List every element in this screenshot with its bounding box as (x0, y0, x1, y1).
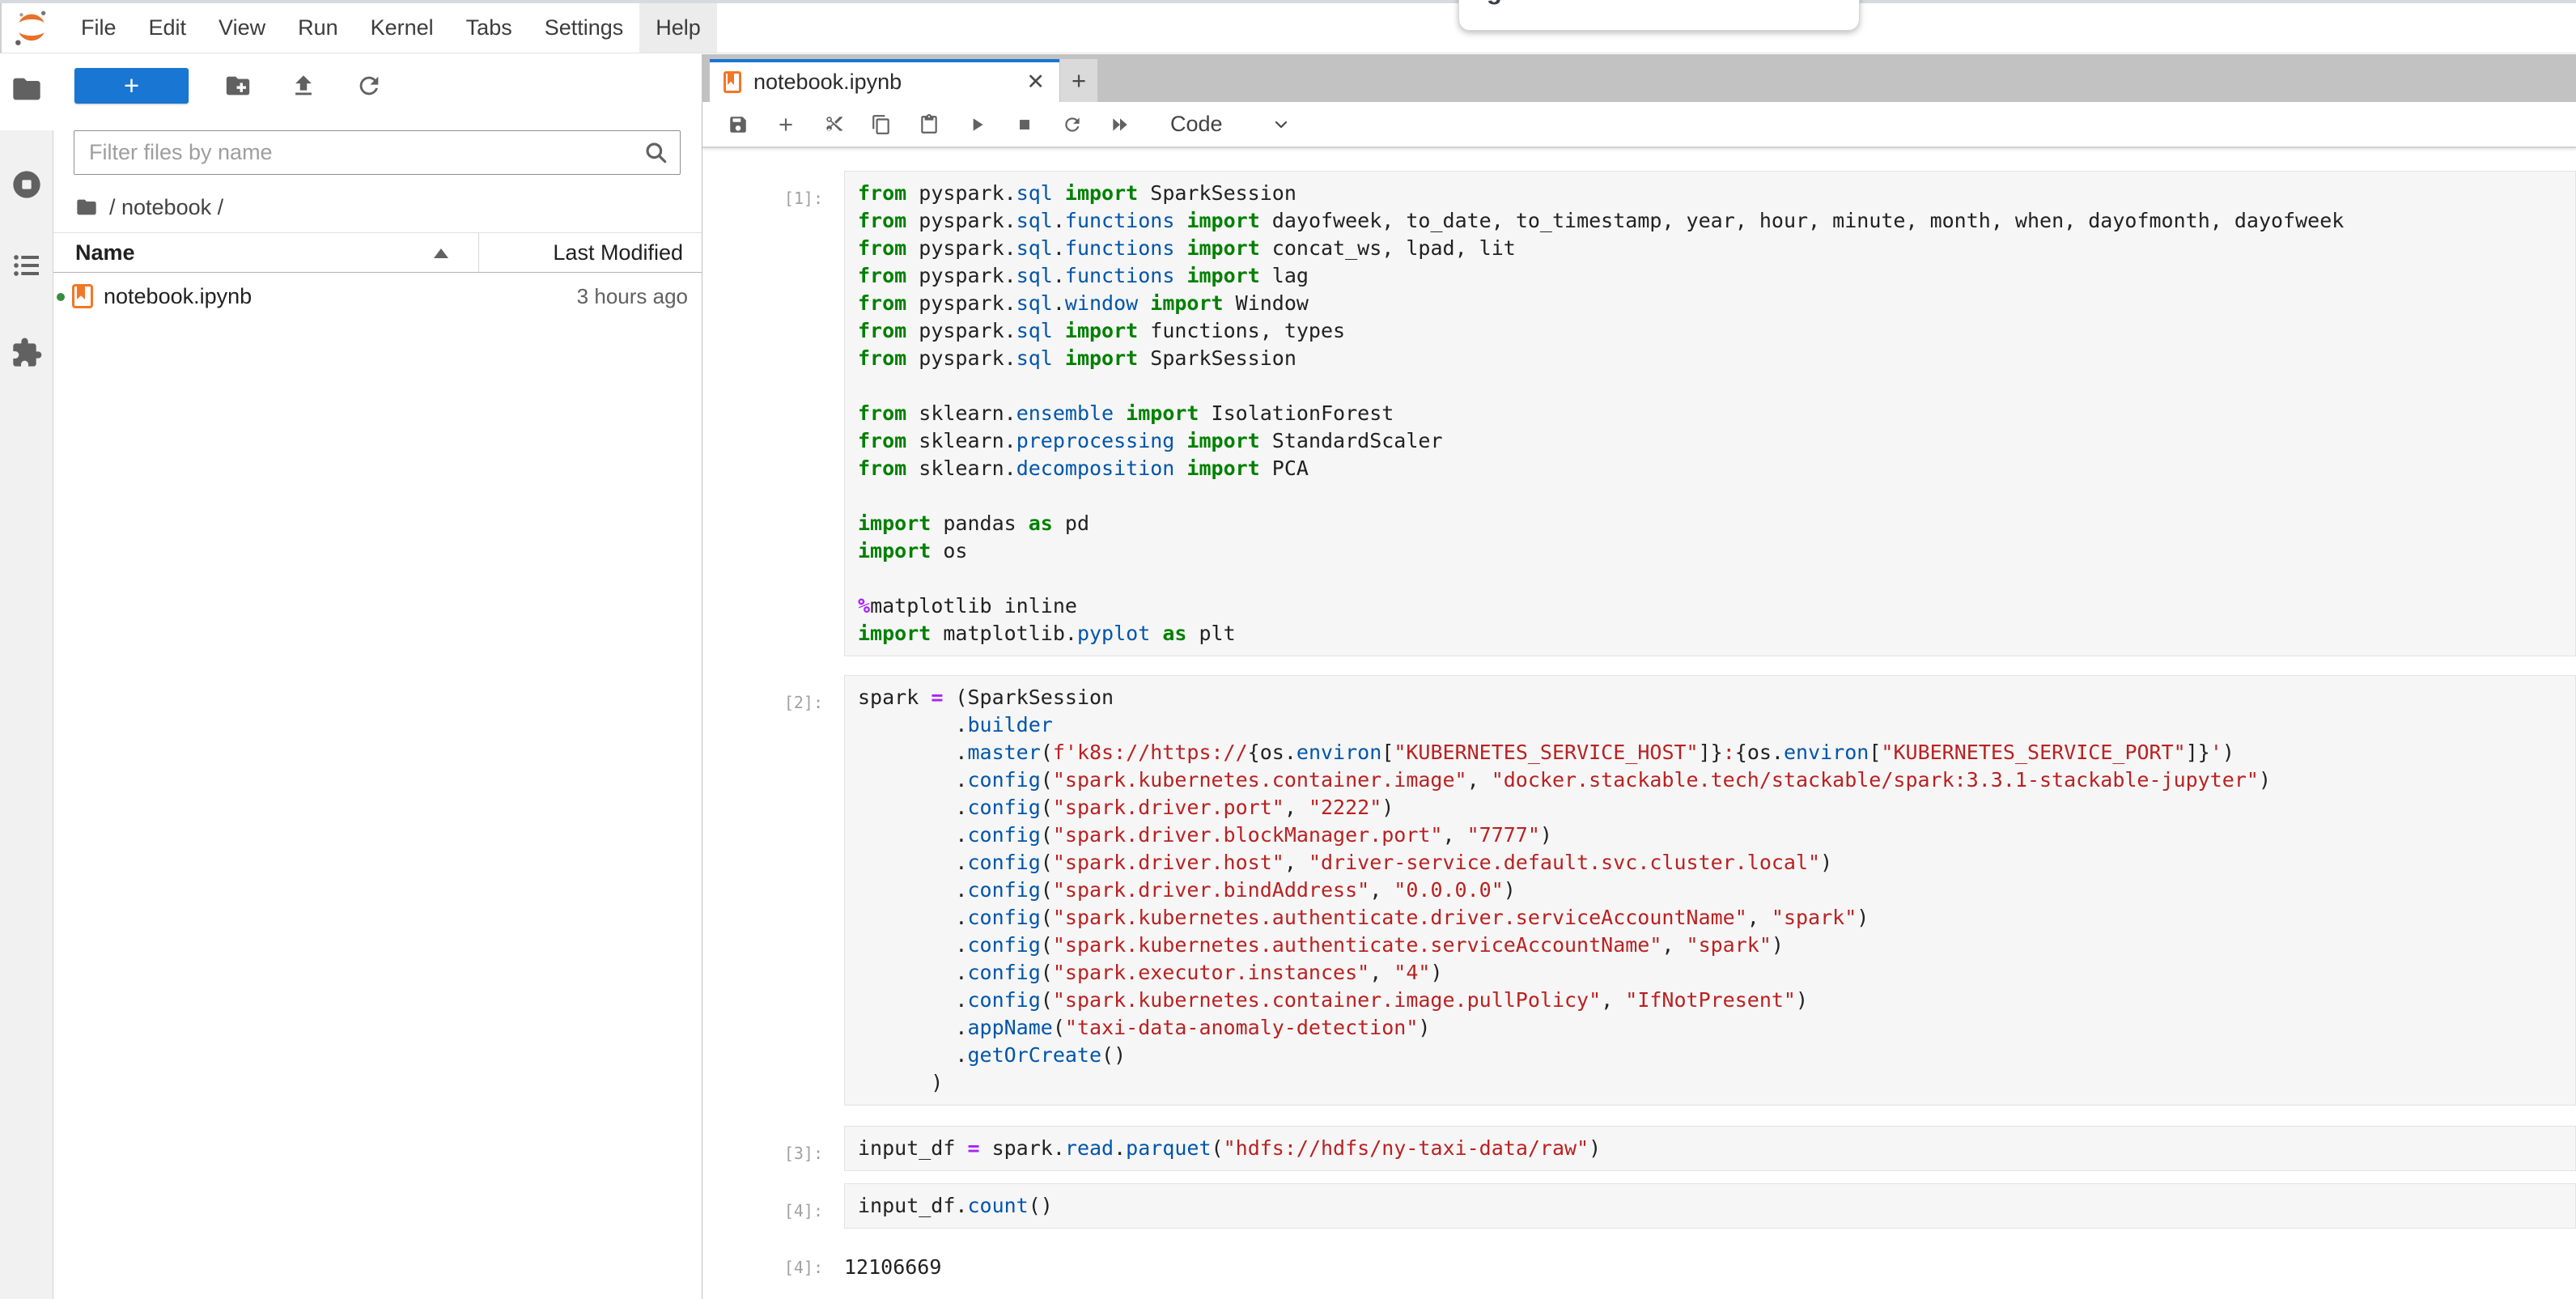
paste-cells-button[interactable] (919, 114, 940, 135)
output-prompt: [4]: (702, 1240, 844, 1281)
cell-prompt: [3]: (702, 1126, 844, 1171)
menu-item-tabs[interactable]: Tabs (450, 3, 528, 53)
notebook-tab-icon (724, 71, 741, 93)
cell-output-row: [4]: 12106669 (702, 1240, 2576, 1281)
breadcrumb-path: / notebook / (109, 195, 223, 220)
column-header-last-modified[interactable]: Last Modified (553, 240, 683, 265)
tab-notebook-ipynb[interactable]: notebook.ipynb ✕ (710, 59, 1059, 102)
interrupt-kernel-button[interactable] (1014, 114, 1035, 135)
filter-files-wrap (74, 130, 681, 175)
menu-items: FileEditViewRunKernelTabsSettingsHelp (65, 3, 717, 53)
file-last-modified: 3 hours ago (577, 284, 688, 309)
cell-type-dropdown[interactable]: Code (1170, 112, 1291, 137)
code-cell-2: [2]:spark = (SparkSession .builder .mast… (702, 675, 2576, 1106)
activity-bar (0, 54, 53, 1299)
restart-run-all-button[interactable] (1110, 114, 1131, 135)
menu-item-settings[interactable]: Settings (528, 3, 640, 53)
cell-editor[interactable]: input_df.count() (844, 1183, 2576, 1229)
menu-item-file[interactable]: File (65, 3, 133, 53)
menu-item-view[interactable]: View (202, 3, 282, 53)
file-row-notebook[interactable]: notebook.ipynb 3 hours ago (53, 274, 702, 318)
tab-title: notebook.ipynb (753, 70, 902, 95)
popup-url-text: github.com (1487, 0, 1626, 4)
cut-cells-button[interactable] (823, 114, 844, 135)
new-folder-button[interactable] (222, 70, 254, 102)
cell-editor[interactable]: input_df = spark.read.parquet("hdfs://hd… (844, 1126, 2576, 1171)
extension-manager-icon[interactable] (10, 336, 44, 370)
cell-editor[interactable]: spark = (SparkSession .builder .master(f… (844, 675, 2576, 1106)
breadcrumb[interactable]: / notebook / (53, 191, 702, 223)
cell-prompt: [1]: (702, 171, 844, 656)
sort-ascending-icon (434, 248, 448, 258)
code-cell-3: [3]:input_df = spark.read.parquet("hdfs:… (702, 1126, 2576, 1171)
notebook-file-icon (72, 284, 93, 308)
cell-prompt: [4]: (702, 1183, 844, 1229)
column-divider (478, 233, 479, 272)
file-browser-panel: + / notebook / Name (53, 54, 702, 1299)
new-launcher-button[interactable]: + (74, 68, 189, 104)
close-tab-icon[interactable]: ✕ (1026, 70, 1045, 95)
restart-kernel-button[interactable] (1062, 114, 1083, 135)
copy-cells-button[interactable] (871, 114, 892, 135)
file-browser-toolbar: + (53, 54, 702, 108)
code-cell-1: [1]:from pyspark.sql import SparkSession… (702, 171, 2576, 656)
code-cell-4: [4]:input_df.count() (702, 1183, 2576, 1229)
refresh-file-list-button[interactable] (353, 70, 385, 102)
menu-item-run[interactable]: Run (282, 3, 354, 53)
notebook-scroll-area[interactable]: [1]:from pyspark.sql import SparkSession… (702, 148, 2576, 1299)
menu-item-help[interactable]: Help (639, 3, 717, 53)
add-cell-button[interactable] (775, 114, 796, 135)
column-header-name[interactable]: Name (53, 240, 135, 265)
browser-edge (0, 0, 2576, 3)
chevron-down-icon (1271, 115, 1291, 134)
menu-item-edit[interactable]: Edit (133, 3, 203, 53)
tab-bar: notebook.ipynb ✕ + (702, 54, 2576, 102)
cell-prompt: [2]: (702, 675, 844, 1106)
dock-panel: notebook.ipynb ✕ + (702, 54, 2576, 1299)
file-listing-header: Name Last Modified (53, 232, 702, 273)
browser-popup: github.com (1458, 0, 1860, 31)
file-name: notebook.ipynb (104, 284, 252, 309)
run-cell-button[interactable] (966, 114, 987, 135)
new-tab-button[interactable]: + (1060, 59, 1097, 102)
folder-icon (75, 196, 98, 219)
jupyter-logo-icon (11, 8, 52, 49)
save-button[interactable] (728, 114, 749, 135)
output-text: 12106669 (844, 1240, 2576, 1281)
table-of-contents-icon[interactable] (10, 248, 44, 282)
running-kernels-icon[interactable] (10, 168, 44, 202)
notebook-toolbar: Code (702, 102, 2576, 148)
upload-files-button[interactable] (287, 70, 320, 102)
cell-type-label: Code (1170, 112, 1223, 137)
search-icon (643, 140, 669, 166)
menu-bar: FileEditViewRunKernelTabsSettingsHelp (0, 3, 2576, 53)
menu-item-kernel[interactable]: Kernel (354, 3, 450, 53)
main-layout: + / notebook / Name (0, 54, 2576, 1299)
cell-editor[interactable]: from pyspark.sql import SparkSessionfrom… (844, 171, 2576, 656)
running-kernel-dot (57, 293, 65, 301)
filter-files-input[interactable] (74, 130, 681, 175)
file-browser-icon[interactable] (10, 72, 44, 106)
